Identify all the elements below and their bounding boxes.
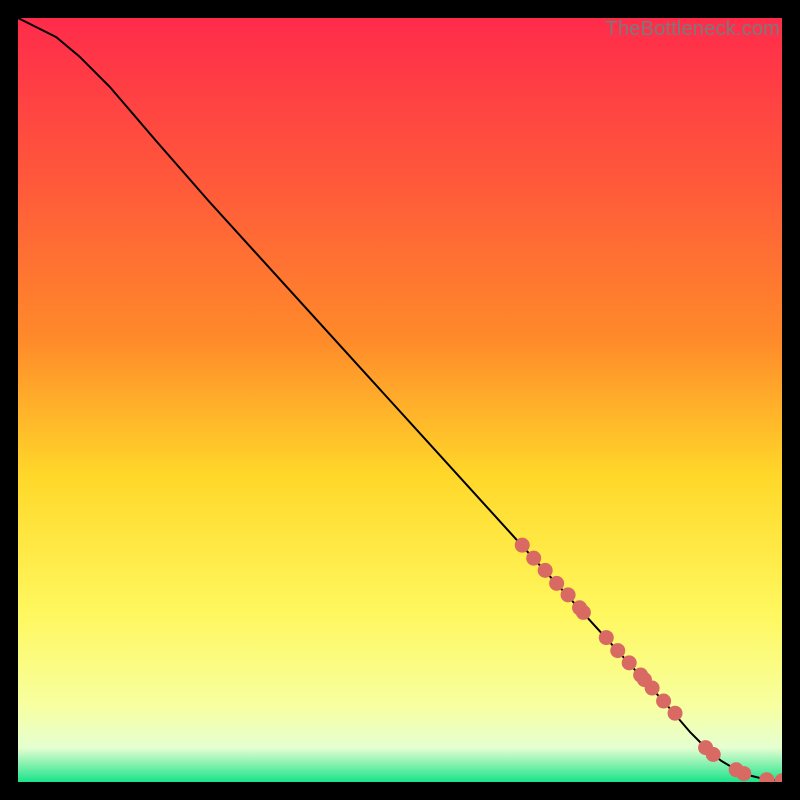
- data-marker: [736, 766, 751, 781]
- data-marker: [599, 630, 614, 645]
- data-marker: [645, 681, 660, 696]
- data-marker: [549, 576, 564, 591]
- gradient-background: [18, 18, 782, 782]
- data-marker: [561, 587, 576, 602]
- chart-frame: TheBottleneck.com: [18, 18, 782, 782]
- data-marker: [576, 605, 591, 620]
- data-marker: [538, 563, 553, 578]
- chart-svg: [18, 18, 782, 782]
- data-marker: [622, 655, 637, 670]
- data-marker: [610, 643, 625, 658]
- data-marker: [668, 706, 683, 721]
- data-marker: [706, 747, 721, 762]
- data-marker: [526, 551, 541, 566]
- data-marker: [515, 538, 530, 553]
- watermark-text: TheBottleneck.com: [605, 18, 780, 41]
- data-marker: [656, 694, 671, 709]
